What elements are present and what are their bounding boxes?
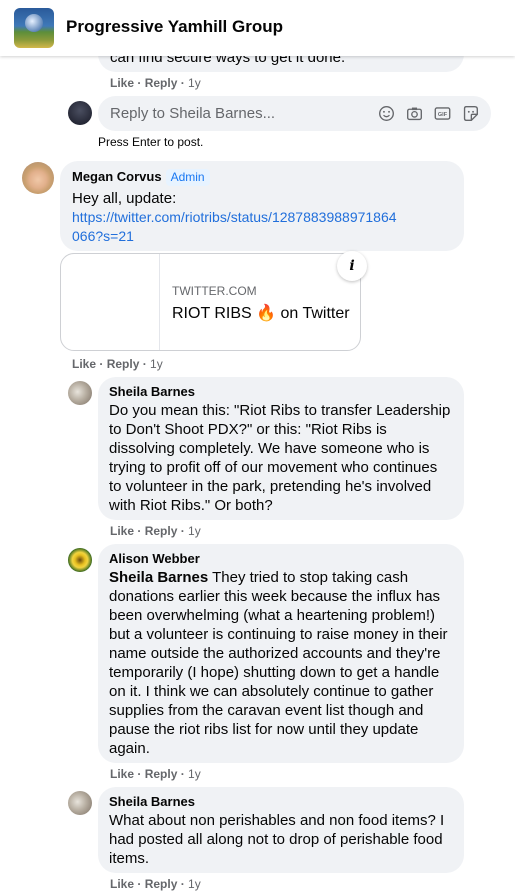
comment-time[interactable]: 1y <box>150 357 163 371</box>
group-avatar[interactable] <box>14 8 54 48</box>
like-link[interactable]: Like <box>110 524 134 538</box>
reply-link[interactable]: Reply <box>145 76 178 90</box>
card-domain: TWITTER.COM <box>172 284 257 298</box>
svg-text:GIF: GIF <box>438 112 448 118</box>
admin-badge: Admin <box>165 169 210 186</box>
avatar[interactable] <box>68 791 92 815</box>
author-name[interactable]: Megan Corvus <box>72 169 162 184</box>
like-link[interactable]: Like <box>110 76 134 90</box>
avatar[interactable] <box>68 381 92 405</box>
comment-author[interactable]: Alison Webber <box>109 551 453 567</box>
link-preview-card[interactable]: TWITTER.COM RIOT RIBS 🔥 on Twitter i <box>60 251 367 351</box>
reply-input[interactable]: Reply to Sheila Barnes... GIF <box>98 96 491 131</box>
comment-text: Hey all, update: <box>72 190 177 207</box>
reply-link[interactable]: Reply <box>145 524 178 538</box>
prev-comment-actions: Like · Reply · 1y <box>110 76 201 90</box>
mention-link[interactable]: Sheila Barnes <box>109 569 208 586</box>
comment-bubble: Alison Webber Sheila Barnes They tried t… <box>98 544 464 763</box>
comment-text: They tried to stop taking cash donations… <box>109 569 448 757</box>
avatar[interactable] <box>68 548 92 572</box>
comment-body: Sheila Barnes They tried to stop taking … <box>109 568 453 758</box>
comment-author[interactable]: Sheila Barnes <box>109 384 453 400</box>
info-icon[interactable]: i <box>337 251 367 281</box>
gif-icon[interactable]: GIF <box>434 105 451 122</box>
card-title: RIOT RIBS 🔥 on Twitter <box>172 305 350 322</box>
reply-hint: Press Enter to post. <box>98 135 204 149</box>
reply-link[interactable]: Reply <box>145 877 178 891</box>
like-link[interactable]: Like <box>110 767 134 781</box>
comment-time[interactable]: 1y <box>188 767 201 781</box>
group-name[interactable]: Progressive Yamhill Group <box>66 17 283 37</box>
reply-link[interactable]: Reply <box>107 357 140 371</box>
comment-link[interactable]: https://twitter.com/riotribs/status/1287… <box>72 208 402 246</box>
comment-time[interactable]: 1y <box>188 877 201 891</box>
comment-time[interactable]: 1y <box>188 76 201 90</box>
comment-bubble: Sheila Barnes What about non perishables… <box>98 787 464 873</box>
reply-link[interactable]: Reply <box>145 767 178 781</box>
comment-author[interactable]: Sheila Barnes <box>109 794 453 810</box>
like-link[interactable]: Like <box>110 877 134 891</box>
comment-text: What about non perishables and non food … <box>109 812 445 867</box>
group-header: Progressive Yamhill Group <box>0 0 515 56</box>
comment-time[interactable]: 1y <box>188 524 201 538</box>
card-divider <box>159 254 160 350</box>
sticker-icon[interactable] <box>462 105 479 122</box>
comment-bubble: Sheila Barnes Do you mean this: "Riot Ri… <box>98 377 464 520</box>
comment-author[interactable]: Megan Corvus Admin <box>72 169 452 186</box>
comment-text: Do you mean this: "Riot Ribs to transfer… <box>109 402 451 514</box>
camera-icon[interactable] <box>406 105 423 122</box>
like-link[interactable]: Like <box>72 357 96 371</box>
comment-bubble: Megan Corvus Admin Hey all, update: https… <box>60 161 464 251</box>
emoji-icon[interactable] <box>378 105 395 122</box>
avatar[interactable] <box>22 162 54 194</box>
comment-actions: Like · Reply · 1y <box>72 357 163 371</box>
current-user-avatar[interactable] <box>68 101 92 125</box>
comment-actions: Like · Reply · 1y <box>110 877 201 891</box>
comment-actions: Like · Reply · 1y <box>110 524 201 538</box>
comment-actions: Like · Reply · 1y <box>110 767 201 781</box>
reply-placeholder: Reply to Sheila Barnes... <box>110 105 276 122</box>
